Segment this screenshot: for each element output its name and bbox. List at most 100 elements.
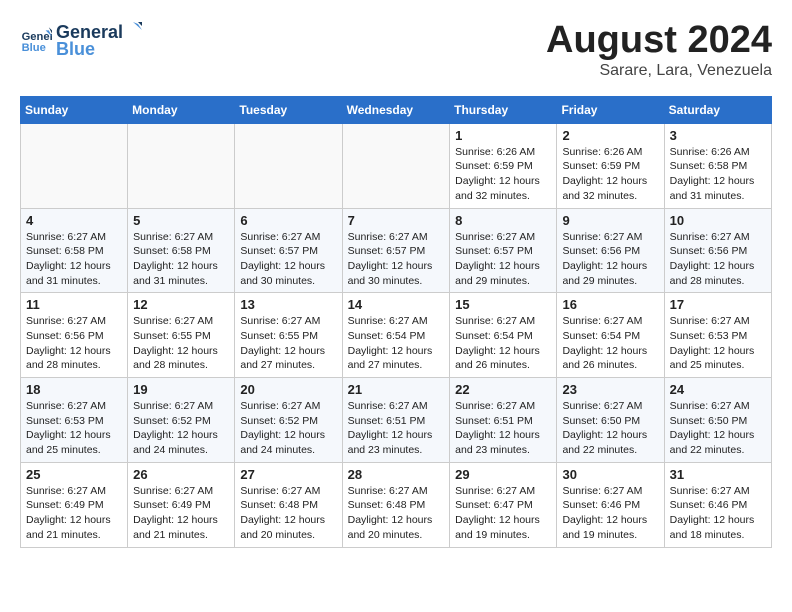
day-info: Sunrise: 6:27 AM Sunset: 6:51 PM Dayligh…: [455, 399, 551, 458]
day-info: Sunrise: 6:27 AM Sunset: 6:53 PM Dayligh…: [26, 399, 122, 458]
month-title: August 2024: [546, 20, 772, 62]
calendar-header-row: SundayMondayTuesdayWednesdayThursdayFrid…: [21, 96, 772, 123]
calendar-cell: 30 Sunrise: 6:27 AM Sunset: 6:46 PM Dayli…: [557, 462, 664, 547]
calendar-cell: [21, 123, 128, 208]
day-info: Sunrise: 6:27 AM Sunset: 6:57 PM Dayligh…: [240, 230, 336, 289]
calendar-cell: 23 Sunrise: 6:27 AM Sunset: 6:50 PM Dayli…: [557, 378, 664, 463]
calendar-header-wednesday: Wednesday: [342, 96, 450, 123]
calendar-cell: 5Sunrise: 6:27 AM Sunset: 6:58 PM Daylig…: [128, 208, 235, 293]
calendar-week-row: 11Sunrise: 6:27 AM Sunset: 6:56 PM Dayli…: [21, 293, 772, 378]
calendar-cell: [342, 123, 450, 208]
day-info: Sunrise: 6:27 AM Sunset: 6:51 PM Dayligh…: [348, 399, 445, 458]
calendar-cell: 21 Sunrise: 6:27 AM Sunset: 6:51 PM Dayli…: [342, 378, 450, 463]
calendar-header-sunday: Sunday: [21, 96, 128, 123]
calendar-header-thursday: Thursday: [450, 96, 557, 123]
calendar-header-tuesday: Tuesday: [235, 96, 342, 123]
day-number: 4: [26, 213, 122, 228]
day-info: Sunrise: 6:27 AM Sunset: 6:58 PM Dayligh…: [26, 230, 122, 289]
day-number: 23: [562, 382, 658, 397]
day-number: 28: [348, 467, 445, 482]
calendar-cell: 14 Sunrise: 6:27 AM Sunset: 6:54 PM Dayli…: [342, 293, 450, 378]
calendar-cell: 2 Sunrise: 6:26 AM Sunset: 6:59 PM Daylig…: [557, 123, 664, 208]
calendar-cell: [128, 123, 235, 208]
day-info: Sunrise: 6:26 AM Sunset: 6:59 PM Dayligh…: [455, 145, 551, 204]
day-number: 5: [133, 213, 229, 228]
calendar-cell: 12Sunrise: 6:27 AM Sunset: 6:55 PM Dayli…: [128, 293, 235, 378]
day-info: Sunrise: 6:27 AM Sunset: 6:52 PM Dayligh…: [133, 399, 229, 458]
day-number: 18: [26, 382, 122, 397]
calendar-cell: 26Sunrise: 6:27 AM Sunset: 6:49 PM Dayli…: [128, 462, 235, 547]
day-info: Sunrise: 6:26 AM Sunset: 6:58 PM Dayligh…: [670, 145, 766, 204]
calendar-cell: 22Sunrise: 6:27 AM Sunset: 6:51 PM Dayli…: [450, 378, 557, 463]
calendar-cell: 29Sunrise: 6:27 AM Sunset: 6:47 PM Dayli…: [450, 462, 557, 547]
day-number: 1: [455, 128, 551, 143]
day-info: Sunrise: 6:27 AM Sunset: 6:50 PM Dayligh…: [670, 399, 766, 458]
day-number: 17: [670, 297, 766, 312]
day-number: 21: [348, 382, 445, 397]
calendar-cell: 11Sunrise: 6:27 AM Sunset: 6:56 PM Dayli…: [21, 293, 128, 378]
day-number: 15: [455, 297, 551, 312]
calendar-cell: 6Sunrise: 6:27 AM Sunset: 6:57 PM Daylig…: [235, 208, 342, 293]
svg-text:Blue: Blue: [22, 42, 46, 54]
day-number: 7: [348, 213, 445, 228]
calendar-cell: 31Sunrise: 6:27 AM Sunset: 6:46 PM Dayli…: [664, 462, 771, 547]
day-number: 13: [240, 297, 336, 312]
title-block: August 2024 Sarare, Lara, Venezuela: [546, 20, 772, 80]
calendar-cell: 13 Sunrise: 6:27 AM Sunset: 6:55 PM Dayli…: [235, 293, 342, 378]
day-number: 25: [26, 467, 122, 482]
day-number: 2: [562, 128, 658, 143]
calendar-cell: 10 Sunrise: 6:27 AM Sunset: 6:56 PM Dayli…: [664, 208, 771, 293]
day-info: Sunrise: 6:27 AM Sunset: 6:55 PM Dayligh…: [133, 314, 229, 373]
day-number: 31: [670, 467, 766, 482]
day-number: 27: [240, 467, 336, 482]
day-number: 19: [133, 382, 229, 397]
day-info: Sunrise: 6:27 AM Sunset: 6:54 PM Dayligh…: [455, 314, 551, 373]
day-info: Sunrise: 6:27 AM Sunset: 6:46 PM Dayligh…: [562, 484, 658, 543]
day-info: Sunrise: 6:27 AM Sunset: 6:57 PM Dayligh…: [348, 230, 445, 289]
day-info: Sunrise: 6:26 AM Sunset: 6:59 PM Dayligh…: [562, 145, 658, 204]
day-info: Sunrise: 6:27 AM Sunset: 6:56 PM Dayligh…: [670, 230, 766, 289]
calendar-cell: 8 Sunrise: 6:27 AM Sunset: 6:57 PM Daylig…: [450, 208, 557, 293]
day-info: Sunrise: 6:27 AM Sunset: 6:47 PM Dayligh…: [455, 484, 551, 543]
day-info: Sunrise: 6:27 AM Sunset: 6:54 PM Dayligh…: [348, 314, 445, 373]
calendar-cell: 28 Sunrise: 6:27 AM Sunset: 6:48 PM Dayli…: [342, 462, 450, 547]
calendar-cell: 19 Sunrise: 6:27 AM Sunset: 6:52 PM Dayli…: [128, 378, 235, 463]
day-number: 9: [562, 213, 658, 228]
day-info: Sunrise: 6:27 AM Sunset: 6:56 PM Dayligh…: [26, 314, 122, 373]
location-subtitle: Sarare, Lara, Venezuela: [546, 62, 772, 80]
calendar-header-friday: Friday: [557, 96, 664, 123]
svg-text:General: General: [22, 31, 52, 43]
day-info: Sunrise: 6:27 AM Sunset: 6:54 PM Dayligh…: [562, 314, 658, 373]
calendar-cell: 3 Sunrise: 6:26 AM Sunset: 6:58 PM Daylig…: [664, 123, 771, 208]
day-info: Sunrise: 6:27 AM Sunset: 6:48 PM Dayligh…: [348, 484, 445, 543]
page-header: General Blue General Blue August 2024 Sa…: [20, 20, 772, 80]
calendar-week-row: 1 Sunrise: 6:26 AM Sunset: 6:59 PM Daylig…: [21, 123, 772, 208]
day-number: 14: [348, 297, 445, 312]
calendar-header-saturday: Saturday: [664, 96, 771, 123]
day-number: 20: [240, 382, 336, 397]
calendar-cell: 17 Sunrise: 6:27 AM Sunset: 6:53 PM Dayli…: [664, 293, 771, 378]
day-info: Sunrise: 6:27 AM Sunset: 6:57 PM Dayligh…: [455, 230, 551, 289]
calendar-cell: 18 Sunrise: 6:27 AM Sunset: 6:53 PM Dayli…: [21, 378, 128, 463]
day-info: Sunrise: 6:27 AM Sunset: 6:56 PM Dayligh…: [562, 230, 658, 289]
day-info: Sunrise: 6:27 AM Sunset: 6:55 PM Dayligh…: [240, 314, 336, 373]
calendar-cell: 27 Sunrise: 6:27 AM Sunset: 6:48 PM Dayli…: [235, 462, 342, 547]
calendar-week-row: 25 Sunrise: 6:27 AM Sunset: 6:49 PM Dayli…: [21, 462, 772, 547]
calendar-table: SundayMondayTuesdayWednesdayThursdayFrid…: [20, 96, 772, 548]
day-number: 24: [670, 382, 766, 397]
day-info: Sunrise: 6:27 AM Sunset: 6:53 PM Dayligh…: [670, 314, 766, 373]
calendar-cell: [235, 123, 342, 208]
day-info: Sunrise: 6:27 AM Sunset: 6:50 PM Dayligh…: [562, 399, 658, 458]
calendar-cell: 1 Sunrise: 6:26 AM Sunset: 6:59 PM Daylig…: [450, 123, 557, 208]
calendar-cell: 20Sunrise: 6:27 AM Sunset: 6:52 PM Dayli…: [235, 378, 342, 463]
day-number: 30: [562, 467, 658, 482]
day-info: Sunrise: 6:27 AM Sunset: 6:48 PM Dayligh…: [240, 484, 336, 543]
day-number: 8: [455, 213, 551, 228]
calendar-cell: 25Sunrise: 6:27 AM Sunset: 6:49 PM Dayli…: [21, 462, 128, 547]
calendar-cell: 15 Sunrise: 6:27 AM Sunset: 6:54 PM Dayli…: [450, 293, 557, 378]
day-number: 10: [670, 213, 766, 228]
day-info: Sunrise: 6:27 AM Sunset: 6:49 PM Dayligh…: [133, 484, 229, 543]
calendar-cell: 16Sunrise: 6:27 AM Sunset: 6:54 PM Dayli…: [557, 293, 664, 378]
day-number: 3: [670, 128, 766, 143]
logo: General Blue General Blue: [20, 20, 142, 60]
